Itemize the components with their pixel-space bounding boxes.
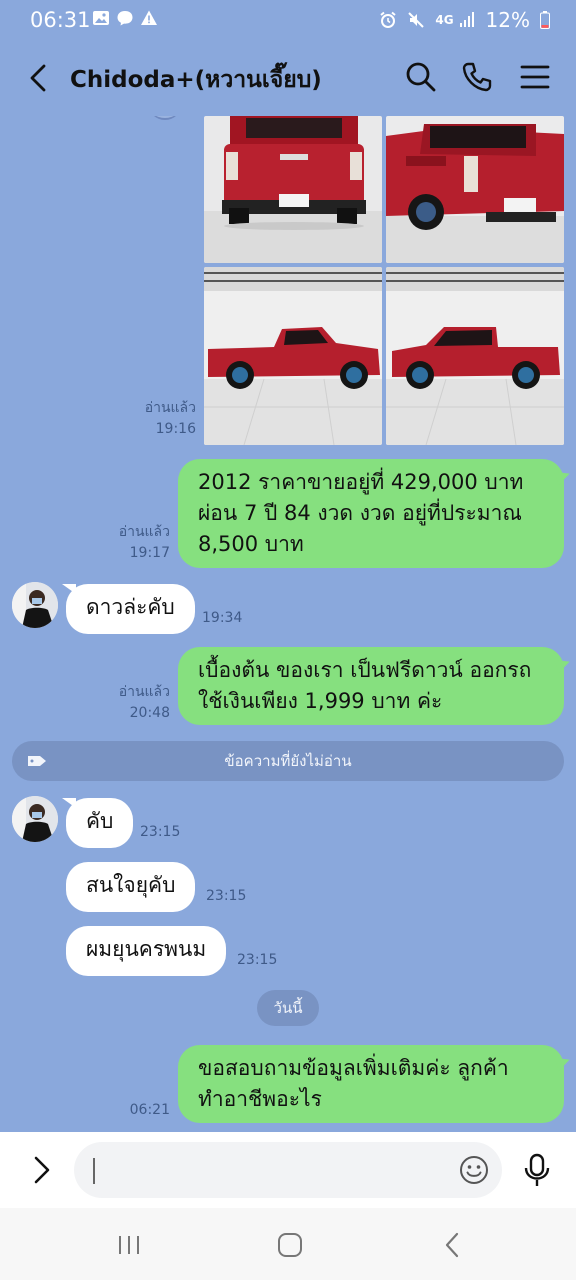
photo-album-message[interactable] [204,116,564,446]
chat-header: Chidoda+(หวานเจี๊ยบ) [0,40,576,116]
car-photo-side-left[interactable] [204,267,382,445]
last-message-meta: 06:21 [106,1100,170,1121]
avatar-partial [148,116,182,120]
message-line: ทำอาชีพอะไร [198,1087,322,1111]
search-icon[interactable] [404,60,438,94]
home-icon[interactable] [273,1228,307,1262]
signal-icon [459,12,474,27]
message-bubble-last[interactable]: ขอสอบถามข้อมูลเพิ่มเติมค่ะ ลูกค้า ทำอาชี… [178,1045,564,1123]
menu-icon[interactable] [518,60,552,94]
unread-divider-label: ข้อความที่ยังไม่อ่าน [224,752,352,770]
message-time: 19:34 [202,610,243,626]
down-payment-meta: อ่านแล้ว 20:48 [106,682,170,724]
read-receipt: อ่านแล้ว [118,524,170,540]
message-time: 20:48 [129,705,170,721]
message-bubble-incoming[interactable]: สนใจยุคับ [66,862,196,912]
network-label: 4G [435,13,454,27]
warning-icon [141,10,157,25]
battery-icon [540,11,550,29]
status-time: 06:31 [30,8,91,32]
message-text: ดาวล่ะคับ [86,595,175,619]
phone-icon[interactable] [460,60,494,94]
message-line: ขอสอบถามข้อมูลเพิ่มเติมค่ะ ลูกค้า [198,1056,509,1080]
message-time: 23:15 [140,824,181,840]
alarm-icon [380,11,396,28]
message-bubble-incoming[interactable]: ดาวล่ะคับ [62,584,195,634]
tag-icon [28,756,46,766]
text-caret [93,1158,95,1184]
read-receipt: อ่านแล้ว [144,400,196,416]
date-divider: วันนี้ [257,990,319,1026]
message-line: 8,500 บาท [198,532,304,556]
recent-apps-icon[interactable] [112,1228,146,1262]
car-photo-rear[interactable] [204,116,382,263]
message-time: 23:15 [206,888,247,904]
chat-area[interactable]: อ่านแล้ว 19:16 อ่านแล้ว 19:17 2012 ราคาข… [0,116,576,1132]
battery-percent: 12% [485,8,530,32]
status-bar: 06:31 4G 12% [0,0,576,40]
car-photo-side-front[interactable] [386,267,564,445]
message-bubble-incoming[interactable]: ผมยุนครพนม [66,926,227,976]
message-text: ผมยุนครพนม [86,937,207,961]
status-notification-icons [92,9,158,27]
message-bubble-down-payment[interactable]: เบื้องต้น ของเรา เป็นฟรีดาวน์ ออกรถ ใช้เ… [178,647,564,725]
chevron-left-icon[interactable] [24,60,56,96]
message-bubble-price[interactable]: 2012 ราคาขายอยู่ที่ 429,000 บาท ผ่อน 7 ป… [178,459,564,568]
message-input[interactable] [74,1142,502,1198]
avatar[interactable] [12,796,58,842]
status-system-icons: 4G 12% [379,8,550,32]
message-text: สนใจยุคับ [86,873,176,897]
message-time: 06:21 [129,1102,170,1118]
car-photo-rear-angle[interactable] [386,116,564,263]
message-composer [0,1132,576,1208]
read-receipt: อ่านแล้ว [118,684,170,700]
mute-icon [408,12,425,28]
unread-divider: ข้อความที่ยังไม่อ่าน [12,741,564,781]
microphone-icon[interactable] [522,1152,552,1188]
message-time: 23:15 [237,952,278,968]
emoji-icon[interactable] [458,1154,490,1186]
message-text: คับ [86,809,114,833]
price-meta: อ่านแล้ว 19:17 [106,522,170,564]
person-icon [12,582,58,628]
person-icon [12,796,58,842]
back-nav-icon[interactable] [436,1228,470,1262]
message-line: ใช้เงินเพียง 1,999 บาท ค่ะ [198,689,443,713]
message-line: เบื้องต้น ของเรา เป็นฟรีดาวน์ ออกรถ [198,658,532,682]
message-time: 19:16 [155,421,196,437]
gallery-icon [93,11,109,25]
message-bubble-incoming[interactable]: คับ [61,798,134,848]
system-nav-bar [0,1208,576,1280]
chevron-right-icon[interactable] [28,1152,56,1188]
message-line: 2012 ราคาขายอยู่ที่ 429,000 บาท [198,470,524,494]
avatar[interactable] [12,582,58,628]
message-time: 19:17 [129,545,170,561]
chat-bubble-icon [117,11,133,26]
photo-meta: อ่านแล้ว 19:16 [132,398,196,440]
chat-title: Chidoda+(หวานเจี๊ยบ) [70,67,322,93]
message-line: ผ่อน 7 ปี 84 งวด งวด อยู่ที่ประมาณ [198,501,522,525]
